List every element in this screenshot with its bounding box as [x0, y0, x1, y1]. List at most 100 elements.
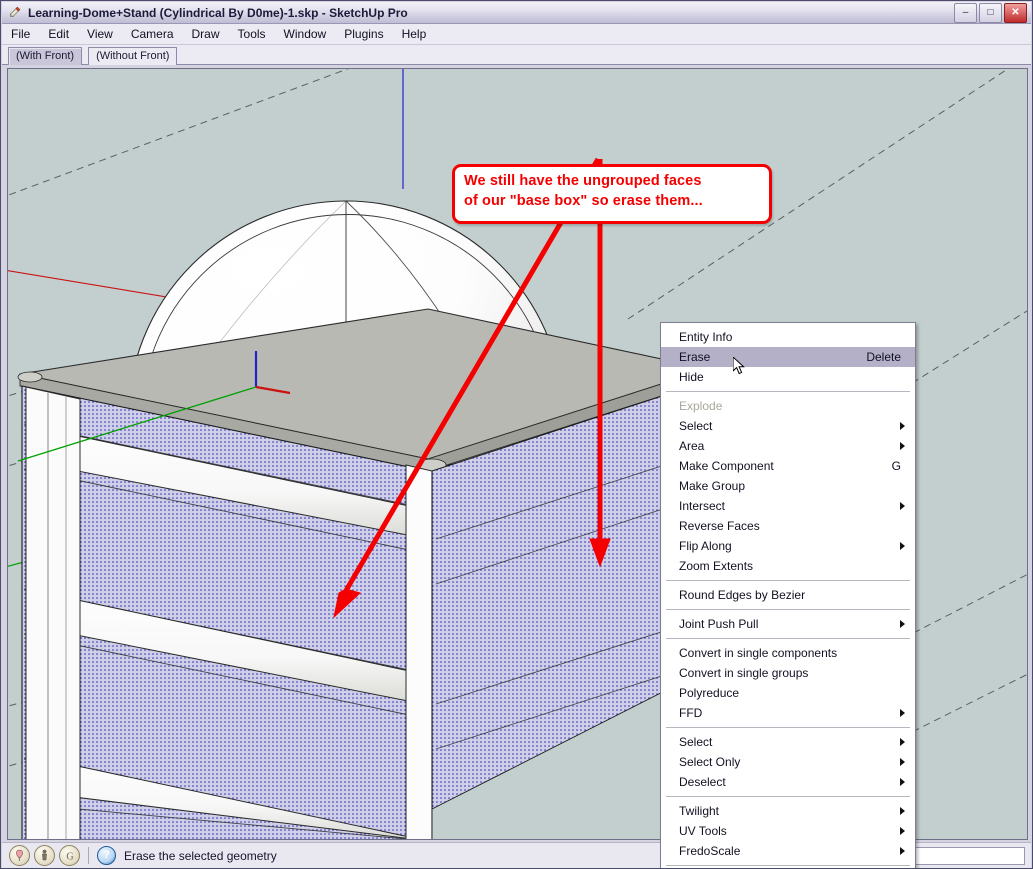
- context-menu-item-label: Select: [679, 419, 713, 433]
- context-menu-item-hide[interactable]: Hide: [661, 367, 915, 387]
- context-menu-item-label: Area: [679, 439, 705, 453]
- callout-line-2: of our "base box" so erase them...: [464, 192, 703, 209]
- context-menu-item-label: Round Edges by Bezier: [679, 588, 806, 602]
- title-bar: Learning-Dome+Stand (Cylindrical By D0me…: [2, 2, 1031, 24]
- context-menu-item-ffd[interactable]: FFD: [661, 703, 915, 723]
- menu-item-camera[interactable]: Camera: [122, 25, 183, 43]
- submenu-arrow-icon: [900, 827, 905, 835]
- menu-item-view[interactable]: View: [78, 25, 122, 43]
- context-menu-item-twilight[interactable]: Twilight: [661, 801, 915, 821]
- menu-item-tools[interactable]: Tools: [229, 25, 275, 43]
- annotation-callout: We still have the ungrouped faces of our…: [452, 164, 772, 224]
- submenu-arrow-icon: [900, 542, 905, 550]
- close-icon: ✕: [1011, 6, 1020, 18]
- context-menu-item-select-only[interactable]: Select Only: [661, 752, 915, 772]
- context-menu-item-label: Select Only: [679, 755, 741, 769]
- menu-item-window[interactable]: Window: [275, 25, 336, 43]
- context-menu-item-explode: Explode: [661, 396, 915, 416]
- menu-item-plugins[interactable]: Plugins: [335, 25, 392, 43]
- status-message: Erase the selected geometry: [124, 848, 277, 863]
- submenu-arrow-icon: [900, 847, 905, 855]
- submenu-arrow-icon: [900, 709, 905, 717]
- context-menu-item-label: Flip Along: [679, 539, 732, 553]
- context-menu-item-deselect[interactable]: Deselect: [661, 772, 915, 792]
- context-menu-separator: [666, 580, 910, 581]
- context-menu-item-make-component[interactable]: Make Component G: [661, 456, 915, 476]
- context-menu-item-label: Explode: [679, 399, 723, 413]
- context-menu-item-label: Erase: [679, 350, 711, 364]
- context-menu-item-convert-in-single-components[interactable]: Convert in single components: [661, 643, 915, 663]
- minimize-icon: –: [962, 6, 969, 18]
- submenu-arrow-icon: [900, 442, 905, 450]
- context-menu-item-label: Polyreduce: [679, 686, 740, 700]
- submenu-arrow-icon: [900, 778, 905, 786]
- window-controls: – □ ✕: [954, 2, 1027, 23]
- context-menu-item-reverse-faces[interactable]: Reverse Faces: [661, 516, 915, 536]
- context-menu-item-label: Joint Push Pull: [679, 617, 759, 631]
- context-menu-separator: [666, 609, 910, 610]
- close-button[interactable]: ✕: [1004, 2, 1027, 23]
- menu-item-file[interactable]: File: [2, 25, 39, 43]
- context-menu-separator: [666, 865, 910, 866]
- status-bar-divider: [88, 847, 89, 864]
- context-menu-item-make-group[interactable]: Make Group: [661, 476, 915, 496]
- submenu-arrow-icon: [900, 758, 905, 766]
- submenu-arrow-icon: [900, 502, 905, 510]
- minimize-button[interactable]: –: [954, 2, 977, 23]
- context-menu-item-label: Hide: [679, 370, 704, 384]
- menu-item-draw[interactable]: Draw: [183, 25, 229, 43]
- submenu-arrow-icon: [900, 620, 905, 628]
- submenu-arrow-icon: [900, 422, 905, 430]
- context-menu-separator: [666, 796, 910, 797]
- google-g-icon[interactable]: G: [59, 845, 80, 866]
- menu-item-help[interactable]: Help: [393, 25, 436, 43]
- person-icon[interactable]: [34, 845, 55, 866]
- context-menu-item-uv-tools[interactable]: UV Tools: [661, 821, 915, 841]
- context-menu-item-round-edges-by-bezier[interactable]: Round Edges by Bezier: [661, 585, 915, 605]
- location-pin-icon[interactable]: [9, 845, 30, 866]
- maximize-icon: □: [987, 6, 994, 18]
- context-menu-item-convert-in-single-groups[interactable]: Convert in single groups: [661, 663, 915, 683]
- menu-bar: File Edit View Camera Draw Tools Window …: [2, 24, 1031, 45]
- context-menu-item-polyreduce[interactable]: Polyreduce: [661, 683, 915, 703]
- context-menu-item-fredoscale[interactable]: FredoScale: [661, 841, 915, 861]
- scene-tab-bar: (With Front) (Without Front): [2, 45, 1031, 65]
- scene-tab-without-front[interactable]: (Without Front): [88, 47, 178, 65]
- context-menu-item-accel: G: [891, 459, 901, 473]
- context-menu-item-select-2[interactable]: Select: [661, 732, 915, 752]
- menu-item-edit[interactable]: Edit: [39, 25, 78, 43]
- context-menu[interactable]: Entity Info Erase Delete Hide Explode Se…: [660, 322, 916, 868]
- context-menu-item-label: Entity Info: [679, 330, 733, 344]
- context-menu-item-area[interactable]: Area: [661, 436, 915, 456]
- context-menu-item-label: Convert in single components: [679, 646, 838, 660]
- pencil-icon: [7, 5, 23, 21]
- scene-tab-with-front[interactable]: (With Front): [8, 47, 83, 65]
- help-icon[interactable]: ?: [97, 846, 116, 865]
- context-menu-item-label: Make Component: [679, 459, 774, 473]
- context-menu-separator: [666, 727, 910, 728]
- context-menu-item-label: FFD: [679, 706, 703, 720]
- context-menu-item-label: Deselect: [679, 775, 726, 789]
- context-menu-item-erase[interactable]: Erase Delete: [661, 347, 915, 375]
- context-menu-separator: [666, 391, 910, 392]
- context-menu-item-intersect[interactable]: Intersect: [661, 496, 915, 516]
- status-bar-icons: G: [9, 845, 80, 866]
- context-menu-item-label: Intersect: [679, 499, 726, 513]
- context-menu-item-label: Zoom Extents: [679, 559, 754, 573]
- context-menu-item-label: Select: [679, 735, 713, 749]
- svg-text:G: G: [66, 851, 73, 862]
- window-title: Learning-Dome+Stand (Cylindrical By D0me…: [28, 5, 408, 20]
- context-menu-item-flip-along[interactable]: Flip Along: [661, 536, 915, 556]
- maximize-button[interactable]: □: [979, 2, 1002, 23]
- context-menu-item-select[interactable]: Select: [661, 416, 915, 436]
- context-menu-item-label: Convert in single groups: [679, 666, 809, 680]
- sketchup-window: Learning-Dome+Stand (Cylindrical By D0me…: [0, 0, 1033, 869]
- context-menu-item-label: Twilight: [679, 804, 720, 818]
- context-menu-separator: [666, 638, 910, 639]
- submenu-arrow-icon: [900, 738, 905, 746]
- context-menu-item-label: FredoScale: [679, 844, 741, 858]
- context-menu-item-joint-push-pull[interactable]: Joint Push Pull: [661, 614, 915, 634]
- context-menu-item-zoom-extents[interactable]: Zoom Extents: [661, 556, 915, 576]
- context-menu-item-entity-info[interactable]: Entity Info: [661, 327, 915, 347]
- submenu-arrow-icon: [900, 807, 905, 815]
